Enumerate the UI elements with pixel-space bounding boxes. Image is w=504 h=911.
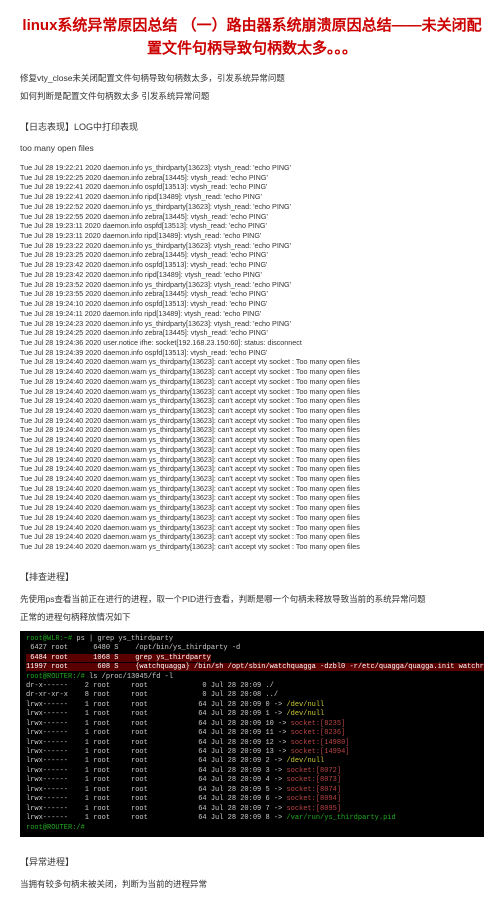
proc-desc-1: 先使用ps查看当前正在进行的进程，取一个PID进行查看，判断是哪一个句柄未释放导… (20, 593, 484, 605)
section-abnormal: 【异常进程】 (20, 855, 484, 868)
section-log-behavior: 【日志表现】LOG中打印表现 (20, 120, 484, 133)
terminal-output: root@WLR:~# ps | grep ys_thirdparty 6427… (20, 631, 484, 837)
subtitle-2: 如何判断是配置文件句柄数太多 引发系统异常问题 (20, 90, 484, 102)
proc-desc-2: 正常的进程句柄释放情况如下 (20, 611, 484, 623)
error-label: too many open files (20, 143, 484, 153)
log-output: Tue Jul 28 19:22:21 2020 daemon.info ys_… (20, 163, 484, 552)
abnormal-desc: 当拥有较多句柄未被关闭，判断为当前的进程异常 (20, 878, 484, 890)
page-title: linux系统异常原因总结 （一）路由器系统崩溃原因总结——未关闭配置文件句柄导… (20, 15, 484, 60)
subtitle-1: 修复vty_close未关闭配置文件句柄导致句柄数太多，引发系统异常问题 (20, 72, 484, 84)
section-proc-check: 【排查进程】 (20, 570, 484, 583)
